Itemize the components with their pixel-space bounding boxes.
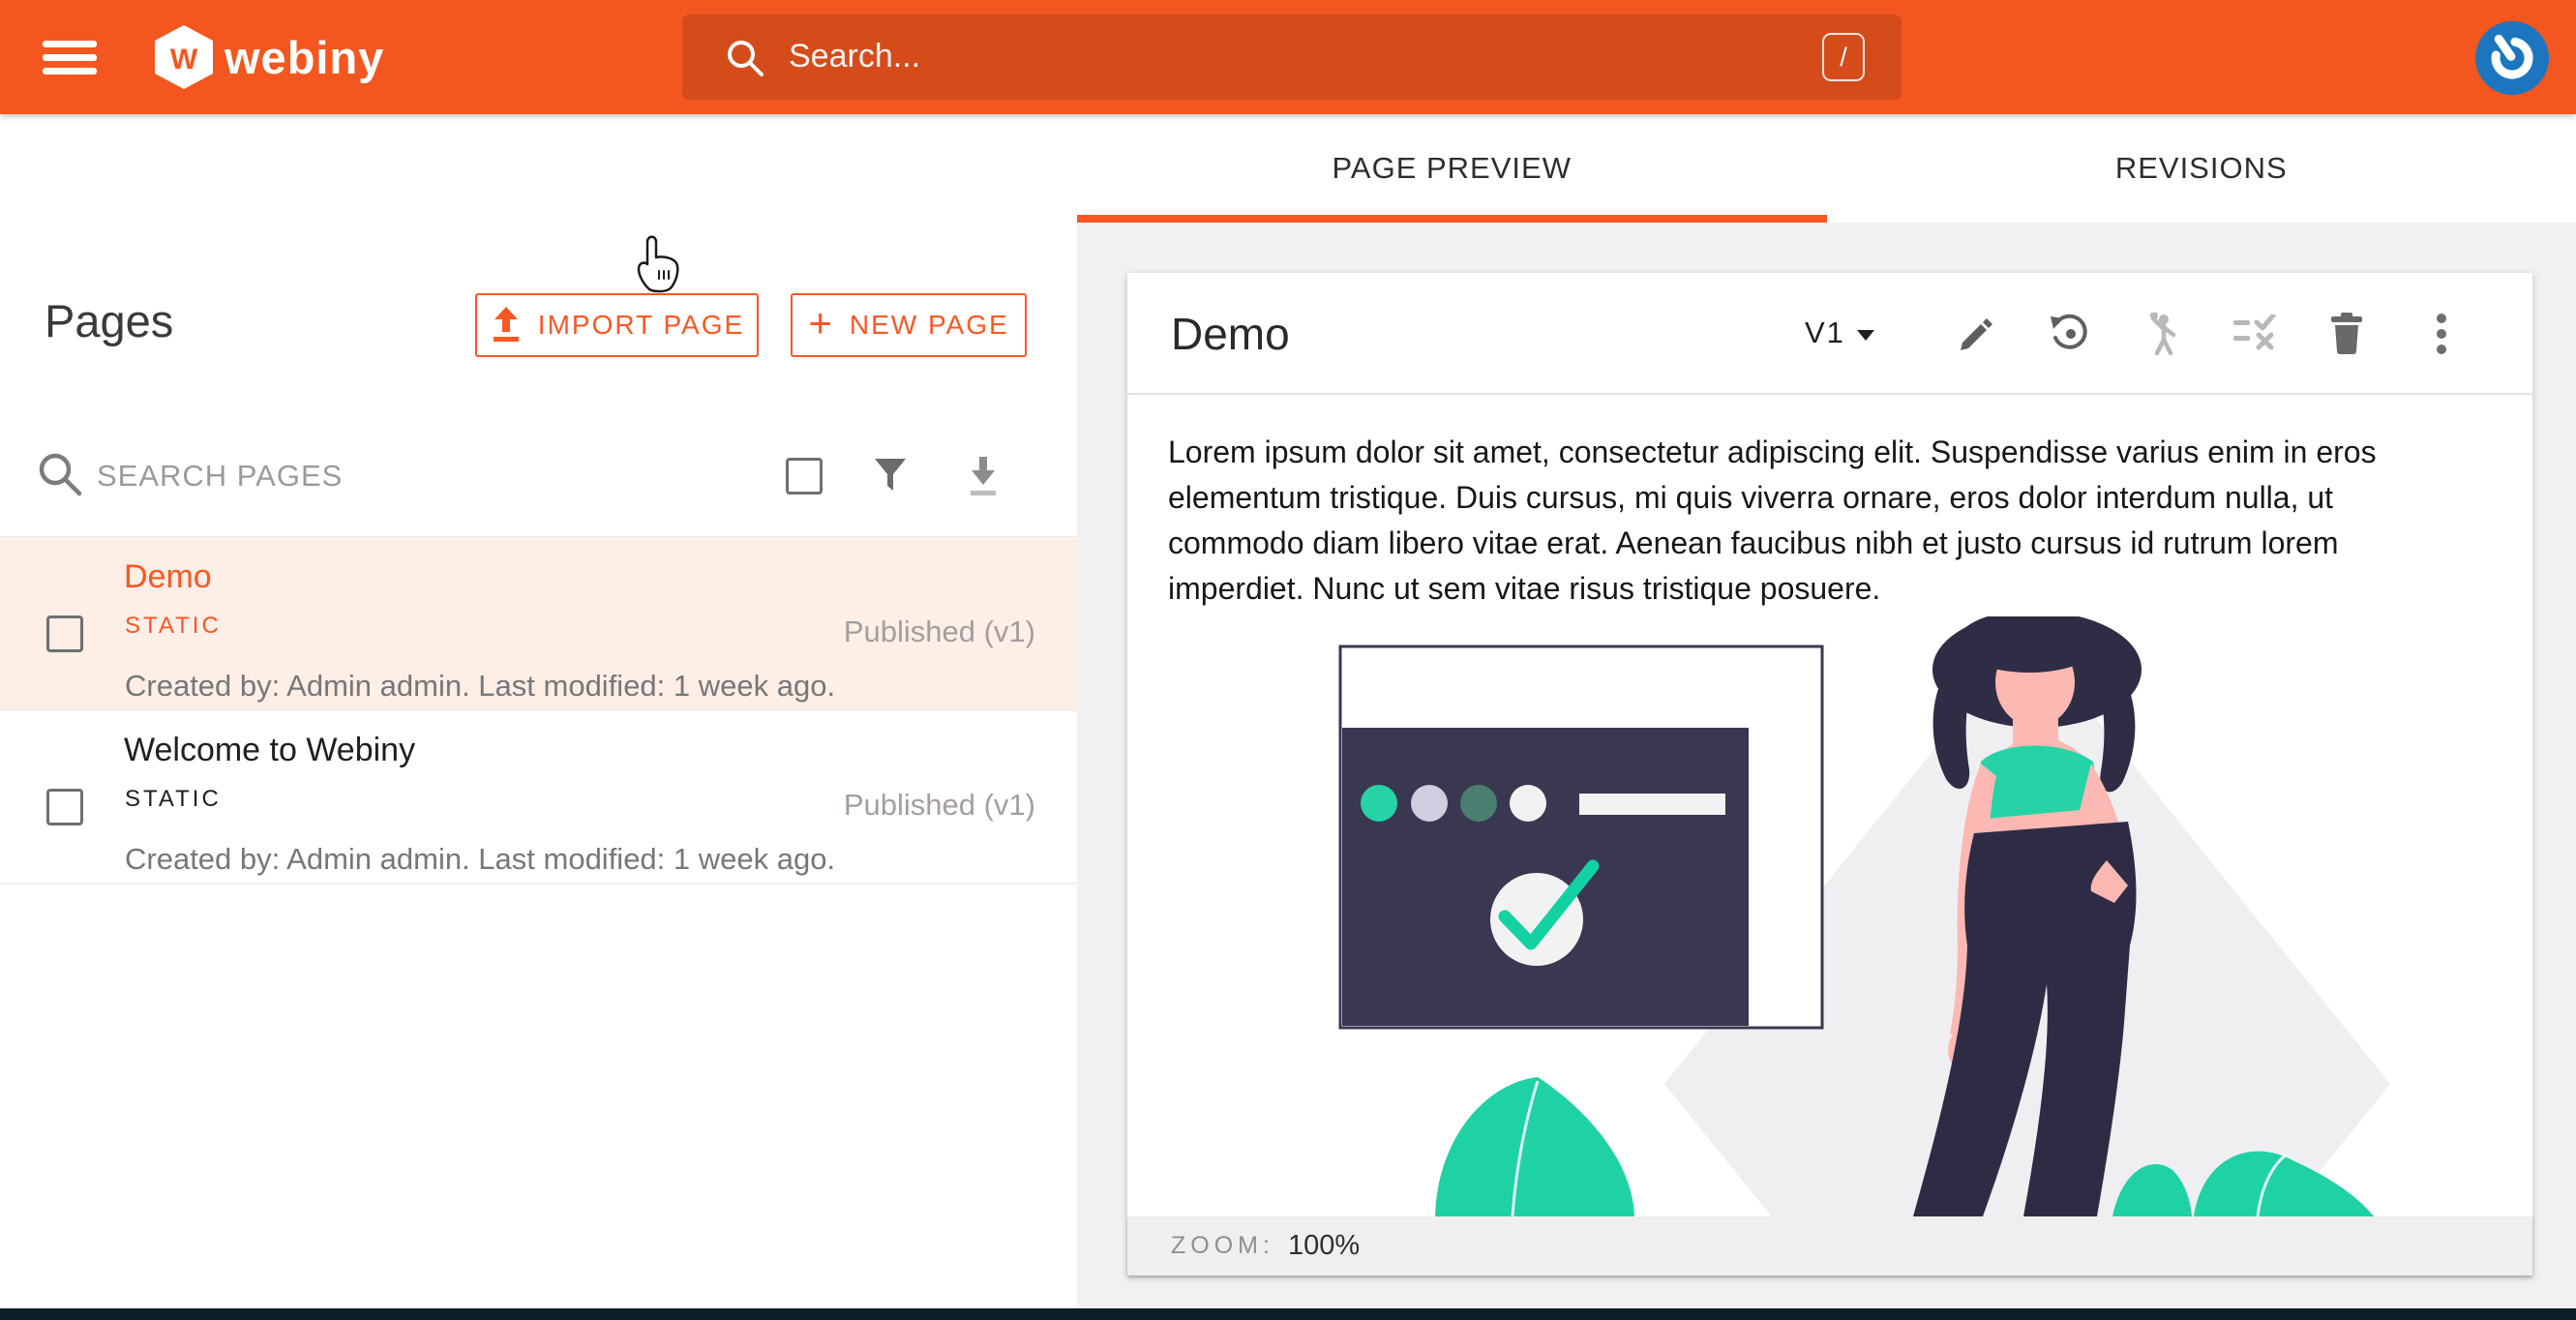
version-label: V1 — [1805, 315, 1845, 349]
trash-icon — [2331, 313, 2362, 354]
zoom-label: ZOOM: — [1171, 1232, 1274, 1259]
page-meta: Created by: Admin admin. Last modified: … — [125, 669, 836, 703]
page-list-item-welcome[interactable]: Welcome to Webiny STATIC Published (v1) … — [0, 712, 1077, 885]
page-status: Published (v1) — [843, 788, 1035, 822]
user-avatar[interactable] — [2475, 21, 2549, 95]
tab-page-preview[interactable]: PAGE PREVIEW — [1077, 114, 1827, 223]
search-icon — [728, 41, 764, 76]
upload-icon — [493, 307, 519, 342]
page-meta: Created by: Admin admin. Last modified: … — [125, 842, 836, 876]
plus-icon: + — [808, 300, 834, 345]
preview-page-title: Demo — [1171, 309, 1290, 359]
webiny-logo-icon[interactable]: W — [155, 25, 213, 89]
global-search-placeholder: Search... — [789, 38, 921, 75]
delete-page-button[interactable] — [2325, 313, 2368, 355]
search-pages-input[interactable]: SEARCH PAGES — [97, 459, 343, 494]
export-download-icon[interactable] — [963, 455, 1003, 499]
hamburger-menu-icon[interactable] — [43, 41, 97, 75]
page-illustration — [1338, 616, 2390, 1216]
gravatar-power-icon — [2491, 34, 2533, 79]
new-page-label: NEW PAGE — [849, 310, 1009, 340]
select-all-checkbox[interactable] — [786, 458, 823, 495]
page-status: Published (v1) — [843, 615, 1035, 648]
import-page-button[interactable]: IMPORT PAGE — [475, 293, 759, 357]
page-row-title[interactable]: Welcome to Webiny — [124, 732, 415, 769]
page-type-badge: STATIC — [125, 613, 222, 639]
pencil-icon — [1961, 318, 1992, 350]
import-page-label: IMPORT PAGE — [537, 310, 745, 340]
page-preview-card: Demo V1 Lorem ipsum dolor sit amet, cons… — [1127, 273, 2532, 1275]
more-options-button[interactable] — [2420, 313, 2463, 355]
person-icon — [2150, 313, 2176, 355]
top-app-bar: W webiny Search... / — [0, 0, 2576, 114]
version-dropdown[interactable]: V1 — [1805, 315, 1874, 350]
search-pages-icon — [39, 453, 82, 496]
global-search-input[interactable]: Search... / — [682, 15, 1902, 100]
page-row-title[interactable]: Demo — [124, 558, 212, 596]
chevron-down-icon — [1856, 329, 1874, 341]
row-checkbox[interactable] — [46, 789, 83, 825]
checklist-icon — [2233, 315, 2276, 350]
zoom-value[interactable]: 100% — [1288, 1230, 1360, 1262]
new-page-button[interactable]: + NEW PAGE — [791, 293, 1027, 357]
tab-revisions[interactable]: REVISIONS — [1827, 114, 2576, 223]
page-type-badge: STATIC — [125, 786, 222, 812]
kebab-menu-icon — [2437, 314, 2446, 354]
search-shortcut-key: / — [1822, 33, 1865, 81]
review-checklist-button[interactable] — [2233, 313, 2276, 355]
preview-zoom-bar: ZOOM: 100% — [1127, 1216, 2532, 1275]
preview-card-header: Demo V1 — [1127, 273, 2532, 395]
page-body-text: Lorem ipsum dolor sit amet, consectetur … — [1168, 435, 2377, 606]
page-title: Pages — [45, 295, 174, 346]
window-bottom-edge — [0, 1308, 2576, 1320]
request-review-button[interactable] — [2142, 313, 2184, 355]
pages-list-panel: Pages IMPORT PAGE + NEW PAGE SEARCH PAGE… — [0, 114, 1077, 1310]
preview-tabbar: PAGE PREVIEW REVISIONS — [1077, 114, 2576, 223]
brand-wordmark: webiny — [225, 32, 385, 83]
edit-page-button[interactable] — [1955, 313, 1997, 355]
page-list-item-demo[interactable]: Demo STATIC Published (v1) Created by: A… — [0, 539, 1077, 711]
pages-search-bar: SEARCH PAGES — [0, 414, 1077, 538]
webiny-admin-screen: W webiny Search... / Pages IMPORT PAGE +… — [0, 0, 2576, 1320]
history-icon — [2051, 314, 2087, 349]
svg-text:W: W — [170, 44, 198, 75]
filter-icon[interactable] — [871, 459, 910, 495]
page-history-button[interactable] — [2048, 313, 2090, 355]
row-checkbox[interactable] — [46, 615, 83, 652]
